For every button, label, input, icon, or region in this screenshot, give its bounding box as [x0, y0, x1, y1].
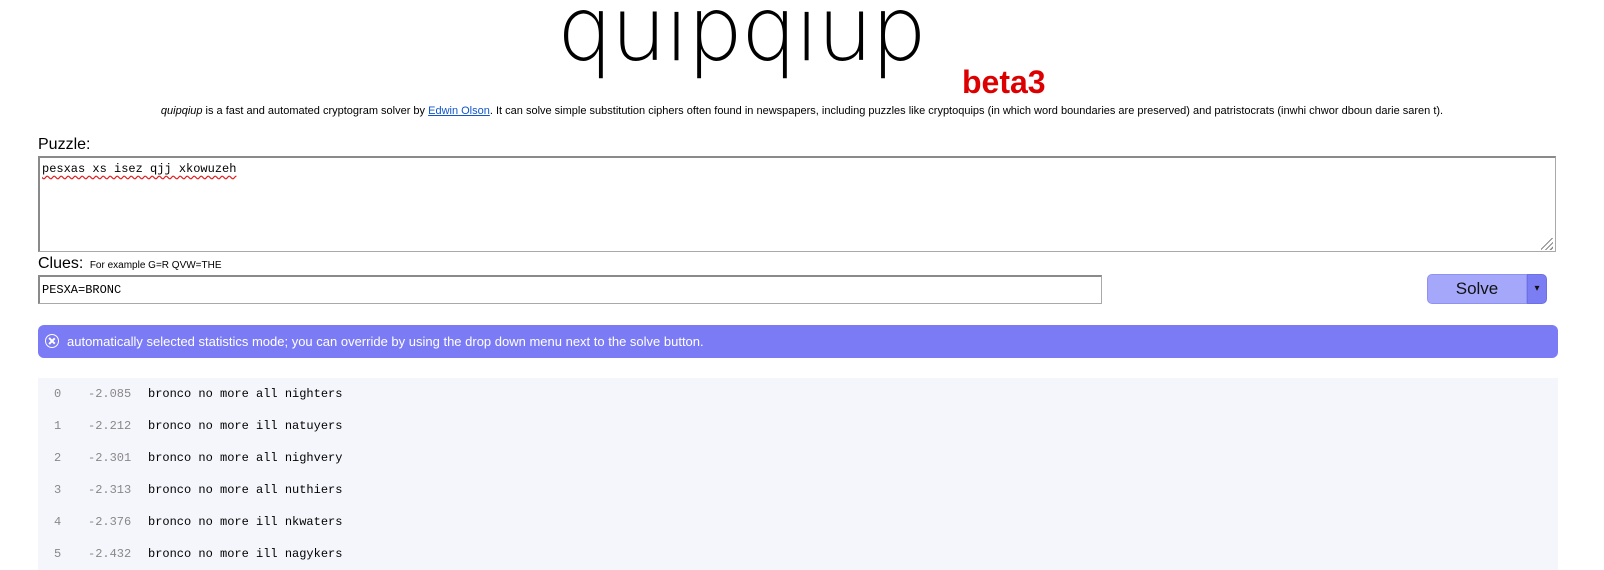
result-score: -2.376 [88, 515, 132, 529]
results-list: 0 -2.085 bronco no more all nighters 1 -… [38, 378, 1558, 570]
result-row[interactable]: 0 -2.085 bronco no more all nighters [38, 378, 1558, 410]
clues-label-row: Clues: For example G=R QVW=THE [38, 255, 222, 275]
solve-button[interactable]: Solve [1427, 274, 1527, 304]
clues-hint: For example G=R QVW=THE [89, 260, 222, 271]
author-link[interactable]: Edwin Olson [428, 105, 490, 117]
page: quipqiup beta3 quipqiup is a fast and au… [0, 0, 1604, 570]
result-row[interactable]: 2 -2.301 bronco no more all nighvery [38, 442, 1558, 474]
result-text: bronco no more all nighters [148, 387, 343, 401]
result-index: 2 [54, 451, 62, 465]
clues-label: Clues: [38, 255, 84, 272]
alert-message: automatically selected statistics mode; … [67, 334, 704, 349]
result-row[interactable]: 1 -2.212 bronco no more ill natuyers [38, 410, 1558, 442]
solve-mode-dropdown-button[interactable]: ▾ [1527, 274, 1547, 304]
site-logo[interactable]: quipqiup [557, 0, 927, 74]
result-index: 3 [54, 483, 62, 497]
result-text: bronco no more ill natuyers [148, 419, 343, 433]
info-alert: automatically selected statistics mode; … [38, 325, 1558, 358]
tagline: quipqiup is a fast and automated cryptog… [0, 104, 1604, 118]
header: quipqiup beta3 [0, 0, 1604, 100]
result-text: bronco no more all nighvery [148, 451, 343, 465]
result-row[interactable]: 5 -2.432 bronco no more ill nagykers [38, 538, 1558, 570]
result-index: 1 [54, 419, 62, 433]
result-score: -2.301 [88, 451, 132, 465]
result-row[interactable]: 3 -2.313 bronco no more all nuthiers [38, 474, 1558, 506]
result-score: -2.212 [88, 419, 132, 433]
puzzle-input[interactable]: pesxas xs isez qjj xkowuzeh [38, 156, 1556, 252]
result-score: -2.313 [88, 483, 132, 497]
result-text: bronco no more ill nagykers [148, 547, 343, 561]
chevron-down-icon: ▾ [1534, 283, 1540, 294]
close-icon[interactable] [45, 334, 59, 348]
result-score: -2.085 [88, 387, 132, 401]
result-index: 4 [54, 515, 62, 529]
puzzle-label: Puzzle: [38, 136, 91, 153]
tagline-text-after-link: . It can solve simple substitution ciphe… [489, 105, 1444, 117]
result-text: bronco no more ill nkwaters [148, 515, 343, 529]
tagline-text-before-link: is a fast and automated cryptogram solve… [202, 105, 429, 117]
resize-grip-icon[interactable] [1541, 238, 1553, 250]
tagline-app-name: quipqiup [160, 105, 203, 117]
result-score: -2.432 [88, 547, 132, 561]
result-index: 0 [54, 387, 62, 401]
version-badge: beta3 [962, 64, 1046, 100]
result-text: bronco no more all nuthiers [148, 483, 343, 497]
result-row[interactable]: 4 -2.376 bronco no more ill nkwaters [38, 506, 1558, 538]
clues-input[interactable] [38, 275, 1102, 304]
result-index: 5 [54, 547, 62, 561]
